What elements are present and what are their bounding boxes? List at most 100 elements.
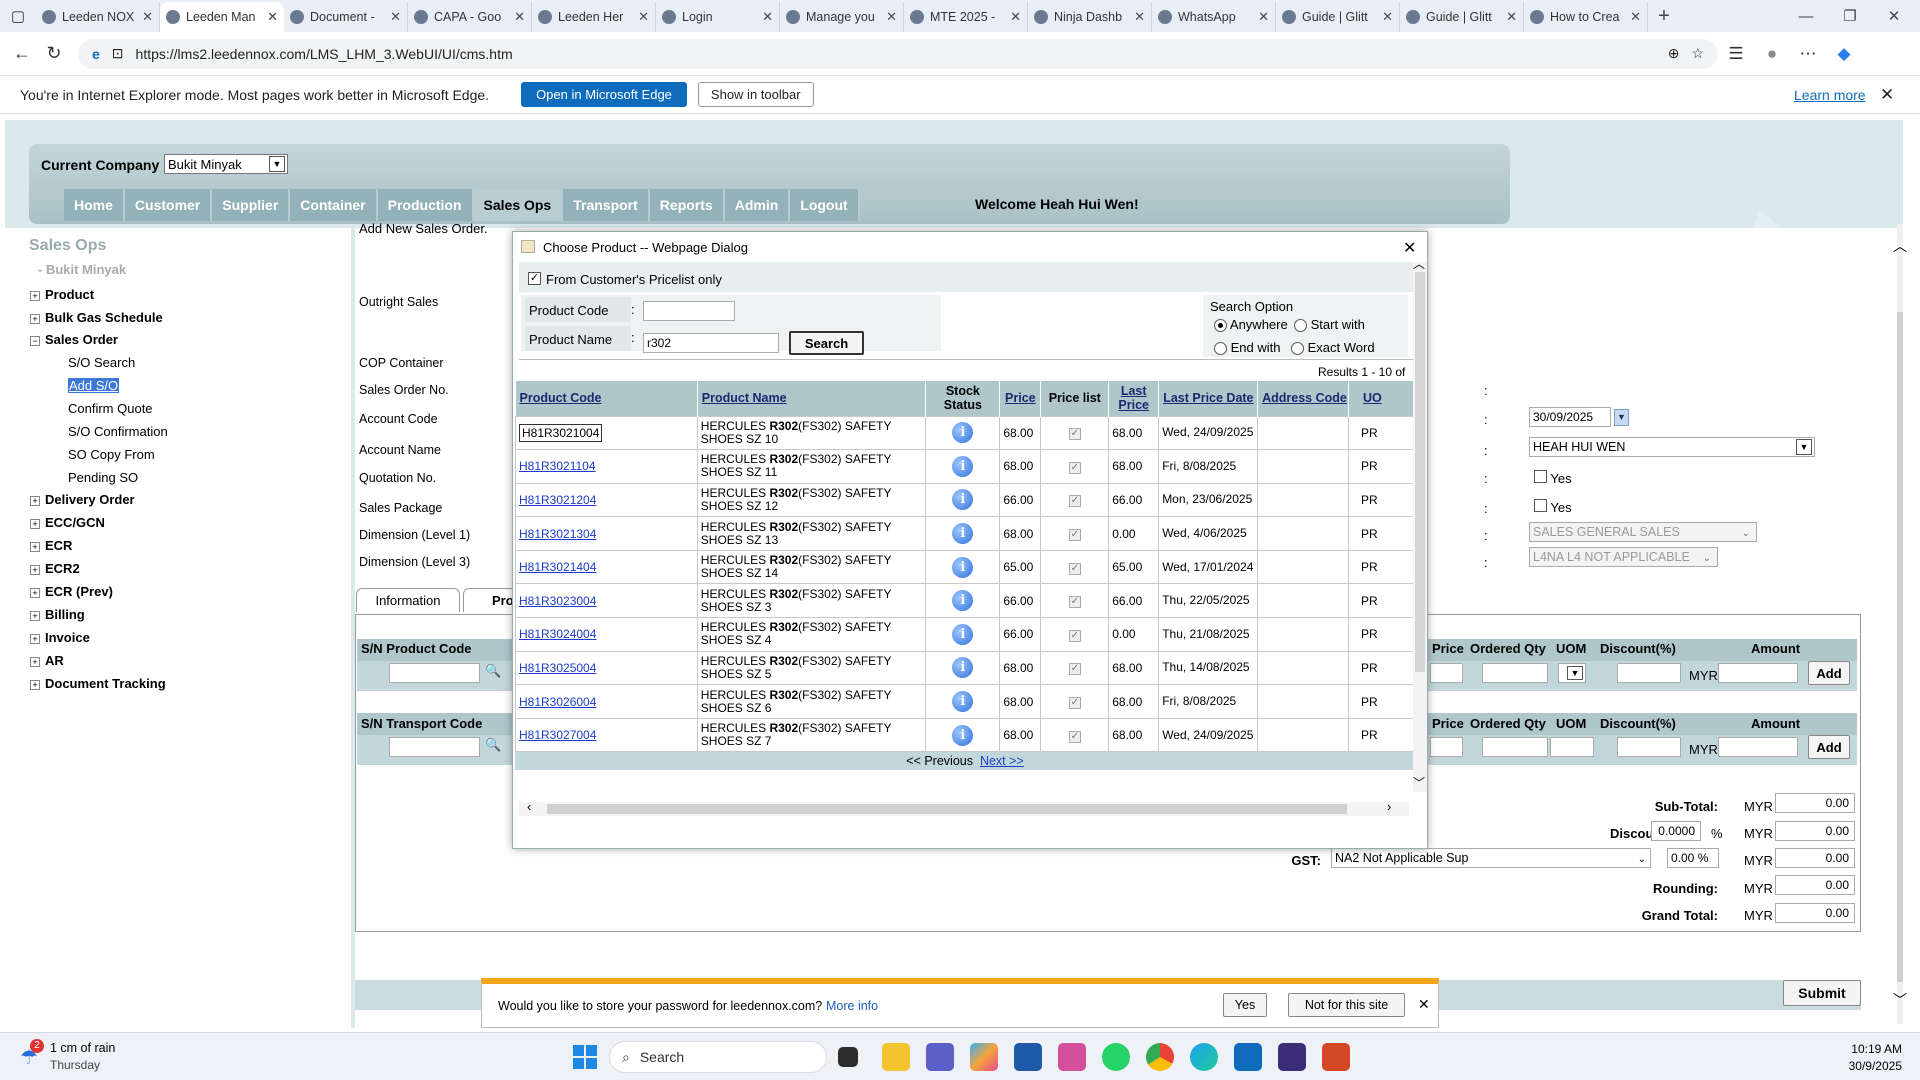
browser-tab[interactable]: Leeden Her ✕: [532, 2, 656, 32]
start-windows-icon[interactable]: [573, 1045, 597, 1069]
info-icon[interactable]: i: [952, 422, 974, 444]
info-icon[interactable]: i: [952, 523, 974, 545]
expand-icon[interactable]: +: [30, 496, 40, 506]
dialog-h-scrollbar-thumb[interactable]: [547, 804, 1347, 814]
uom-select[interactable]: ▼: [1558, 663, 1586, 683]
sidebar-subitem[interactable]: Add S/O: [68, 378, 120, 393]
taskbar-search[interactable]: ⌕ Search: [609, 1041, 827, 1073]
uom-input[interactable]: [1550, 737, 1594, 757]
profile-avatar-icon[interactable]: ●: [1754, 44, 1790, 64]
ordered-qty-input[interactable]: [1482, 737, 1548, 757]
product-code-link[interactable]: H81R3021304: [515, 516, 698, 551]
site-info-icon[interactable]: ⊡: [112, 45, 124, 62]
result-row[interactable]: H81R3021204 HERCULES R302(FS302) SAFETY S…: [515, 482, 1415, 518]
nav-logout[interactable]: Logout: [790, 189, 860, 221]
price-input[interactable]: [1430, 737, 1463, 757]
sidebar-subitem[interactable]: Confirm Quote: [68, 401, 153, 416]
product-name-input[interactable]: r302: [643, 333, 779, 353]
browser-tab[interactable]: WhatsApp ✕: [1152, 2, 1276, 32]
close-tab-icon[interactable]: ✕: [267, 9, 278, 25]
expand-icon[interactable]: +: [30, 291, 40, 301]
browser-tab[interactable]: Manage you ✕: [780, 2, 904, 32]
learn-more-link[interactable]: Learn more: [1794, 87, 1866, 103]
snipping-tool-icon[interactable]: [1058, 1043, 1086, 1071]
sidebar-item-group[interactable]: + Billing: [30, 607, 85, 622]
address-field[interactable]: e ⊡ https://lms2.leedennox.com/LMS_LHM_3…: [78, 38, 1718, 69]
expand-icon[interactable]: +: [30, 588, 40, 598]
sidebar-item-sales-order[interactable]: − Sales Order: [30, 332, 118, 347]
browser-tab[interactable]: Login ✕: [656, 2, 780, 32]
weather-text[interactable]: 1 cm of rain: [50, 1041, 115, 1055]
close-tab-icon[interactable]: ✕: [390, 9, 401, 25]
chevron-down-icon[interactable]: ⌄: [1638, 851, 1646, 869]
teams-icon[interactable]: [926, 1043, 954, 1071]
option-exact-word[interactable]: Exact Word: [1291, 340, 1375, 356]
col-last-price[interactable]: Last Price: [1108, 381, 1160, 416]
result-row[interactable]: H81R3027004 HERCULES R302(FS302) SAFETY S…: [515, 717, 1415, 753]
sales-package-yes-checkbox[interactable]: Yes: [1534, 499, 1572, 515]
product-code-link[interactable]: H81R3027004: [515, 717, 698, 753]
sidebar-subitem[interactable]: SO Copy From: [68, 447, 155, 462]
more-options-icon[interactable]: ⋯: [1790, 44, 1826, 64]
chevron-down-icon[interactable]: ⌄: [1703, 550, 1711, 568]
col-uom[interactable]: UO: [1348, 381, 1415, 416]
dimension3-select[interactable]: L4NA L4 NOT APPLICABLE ⌄: [1529, 547, 1718, 567]
expand-icon[interactable]: +: [30, 680, 40, 690]
result-row[interactable]: H81R3021104 HERCULES R302(FS302) SAFETY S…: [515, 449, 1415, 484]
close-tab-icon[interactable]: ✕: [142, 9, 153, 25]
tab-actions-icon[interactable]: ▢: [0, 0, 36, 32]
info-icon[interactable]: i: [952, 556, 974, 578]
close-tab-icon[interactable]: ✕: [638, 9, 649, 25]
chrome-icon[interactable]: [1146, 1043, 1174, 1071]
nav-reports[interactable]: Reports: [649, 189, 725, 221]
product-code-link[interactable]: H81R3021404: [515, 549, 698, 585]
amount-input[interactable]: [1718, 663, 1798, 683]
option-end-with[interactable]: End with: [1214, 340, 1281, 356]
favorite-star-icon[interactable]: ☆: [1691, 45, 1704, 62]
expand-icon[interactable]: +: [30, 542, 40, 552]
new-tab-button[interactable]: +: [1648, 5, 1680, 28]
info-icon[interactable]: i: [952, 590, 974, 612]
powerpoint-icon[interactable]: [1322, 1043, 1350, 1071]
browser-tab[interactable]: Leeden Man ✕: [160, 2, 284, 32]
product-code-link[interactable]: H81R3021004: [515, 415, 698, 451]
add-transport-button[interactable]: Add: [1808, 735, 1850, 759]
result-row[interactable]: H81R3021004 HERCULES R302(FS302) SAFETY S…: [515, 415, 1415, 451]
sidebar-item-group[interactable]: + ECR2: [30, 561, 80, 576]
calendar-dropdown-icon[interactable]: ▼: [1614, 409, 1629, 426]
quotation-yes-checkbox[interactable]: Yes: [1534, 470, 1572, 486]
close-tab-icon[interactable]: ✕: [1134, 9, 1145, 25]
sidebar-item-group[interactable]: + Delivery Order: [30, 492, 135, 507]
expand-icon[interactable]: +: [30, 634, 40, 644]
close-tab-icon[interactable]: ✕: [1382, 9, 1393, 25]
product-code-focused[interactable]: H81R3021004: [519, 423, 603, 442]
browser-tab[interactable]: Guide | Glitt ✕: [1400, 2, 1524, 32]
ie-mode-icon[interactable]: e: [92, 46, 100, 62]
result-row[interactable]: H81R3021404 HERCULES R302(FS302) SAFETY S…: [515, 549, 1415, 585]
refresh-icon[interactable]: ↻: [38, 43, 70, 64]
nav-customer[interactable]: Customer: [124, 189, 213, 221]
file-explorer-icon[interactable]: [882, 1043, 910, 1071]
col-last-price-date[interactable]: Last Price Date: [1158, 381, 1259, 416]
expand-icon[interactable]: +: [30, 657, 40, 667]
browser-tab[interactable]: MTE 2025 - ✕: [904, 2, 1028, 32]
copilot-app-icon[interactable]: [970, 1043, 998, 1071]
close-tab-icon[interactable]: ✕: [1010, 9, 1021, 25]
submit-button[interactable]: Submit: [1783, 980, 1861, 1006]
sidebar-item-group[interactable]: + Product: [30, 287, 94, 302]
close-window-icon[interactable]: ✕: [1872, 7, 1916, 25]
nav-supplier[interactable]: Supplier: [212, 189, 291, 221]
store-icon[interactable]: [1014, 1043, 1042, 1071]
sidebar-item-group[interactable]: + Invoice: [30, 630, 90, 645]
product-code-link[interactable]: H81R3021204: [515, 482, 698, 518]
page-scrollbar-thumb[interactable]: [1897, 312, 1903, 982]
result-row[interactable]: H81R3026004 HERCULES R302(FS302) SAFETY S…: [515, 684, 1415, 719]
close-password-bar-icon[interactable]: ✕: [1418, 996, 1430, 1013]
close-infobar-icon[interactable]: ✕: [1880, 85, 1894, 105]
more-info-link[interactable]: More info: [826, 999, 878, 1013]
close-tab-icon[interactable]: ✕: [762, 9, 773, 25]
gst-select[interactable]: NA2 Not Applicable Sup ⌄: [1331, 848, 1651, 868]
expand-icon[interactable]: +: [30, 519, 40, 529]
close-tab-icon[interactable]: ✕: [514, 9, 525, 25]
copilot-icon[interactable]: ◆: [1826, 44, 1862, 64]
